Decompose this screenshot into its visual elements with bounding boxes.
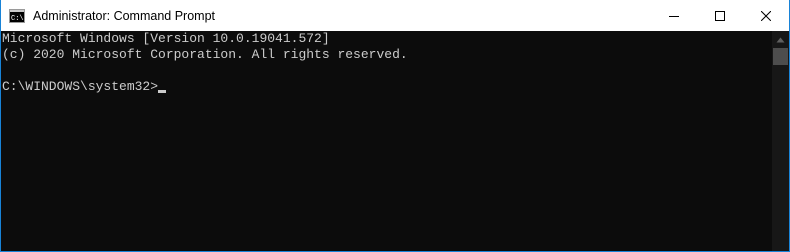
command-prompt-window: C:\ Administrator: Command Prompt Micros… xyxy=(0,0,790,252)
text-cursor xyxy=(158,90,167,93)
minimize-icon xyxy=(669,15,679,17)
scroll-up-button[interactable] xyxy=(772,31,789,48)
maximize-icon xyxy=(715,10,725,21)
prompt-text: C:\WINDOWS\system32> xyxy=(2,79,159,94)
close-button[interactable] xyxy=(743,0,789,31)
maximize-button[interactable] xyxy=(697,0,743,31)
console-line: Microsoft Windows [Version 10.0.19041.57… xyxy=(2,31,330,46)
window-title: Administrator: Command Prompt xyxy=(33,8,216,23)
title-bar[interactable]: C:\ Administrator: Command Prompt xyxy=(1,0,789,31)
vertical-scrollbar[interactable] xyxy=(772,31,789,251)
svg-text:C:\: C:\ xyxy=(11,15,24,23)
scroll-up-arrow-icon xyxy=(776,37,785,42)
caption-buttons xyxy=(651,0,789,31)
console-line: (c) 2020 Microsoft Corporation. All righ… xyxy=(2,47,408,62)
console-output[interactable]: Microsoft Windows [Version 10.0.19041.57… xyxy=(1,31,772,251)
cmd-icon: C:\ xyxy=(9,8,25,23)
prompt-line[interactable]: C:\WINDOWS\system32> xyxy=(2,79,772,95)
minimize-button[interactable] xyxy=(651,0,697,31)
close-icon xyxy=(761,10,771,21)
scroll-thumb[interactable] xyxy=(773,48,788,65)
